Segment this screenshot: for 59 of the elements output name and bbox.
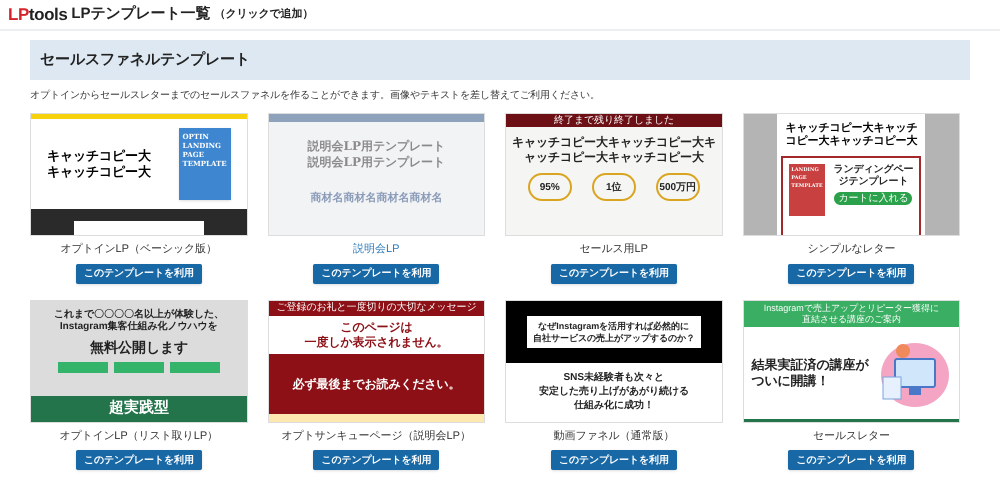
preview-product-name: 商材名商材名商材名商材名: [310, 190, 442, 206]
section-header: セールスファネルテンプレート: [30, 40, 970, 80]
template-preview[interactable]: ご登録のお礼と一度切りの大切なメッセージ このページは 一度しか表示されません。 必ず最後までお読みください。: [268, 300, 485, 422]
use-template-button[interactable]: このテンプレートを利用: [313, 264, 440, 284]
preview-headline: 結果実証済の講座が: [752, 356, 868, 372]
feature-pill: [58, 362, 108, 372]
preview-banner-text: 終了まで残り終了しました: [554, 116, 674, 126]
logo: LPtools: [8, 6, 68, 23]
template-preview[interactable]: これまで〇〇〇〇名以上が体験した、 Instagram集客仕組み化ノウハウを 無料公開します 超実践型: [30, 300, 248, 422]
preview-headline: 説明会LP用テンプレート: [308, 154, 445, 170]
preview-banner-text: 超実践型: [108, 398, 169, 418]
laurel-badge: 95%: [528, 173, 572, 201]
preview-headline: SNS未経験者も次々と: [563, 371, 664, 385]
template-name[interactable]: オプトインLP（リスト取りLP）: [59, 428, 218, 444]
feature-pill: [114, 362, 164, 372]
preview-headline: これまで〇〇〇〇名以上が体験した、: [54, 308, 224, 320]
section-description: オプトインからセールスレターまでのセールスファネルを作ることができます。画像やテキストを差し替えてご利用ください。: [30, 88, 601, 103]
use-template-button[interactable]: このテンプレートを利用: [788, 450, 914, 470]
preview-banner-text: Instagramで売上アップとリピーター獲得に: [764, 302, 939, 314]
use-template-button[interactable]: このテンプレートを利用: [788, 264, 914, 284]
template-name[interactable]: オプトインLP（ベーシック版）: [60, 241, 217, 258]
template-name[interactable]: 動画ファネル（通常版）: [553, 428, 674, 444]
feature-pill: [170, 362, 220, 372]
use-template-button[interactable]: このテンプレートを利用: [313, 450, 440, 470]
cart-button: カートに入れる: [834, 192, 912, 205]
preview-headline: 一度しか表示されません。: [304, 334, 448, 350]
template-name[interactable]: 説明会LP: [353, 241, 400, 258]
preview-headline: 安定した売り上げがあがり続ける: [538, 385, 689, 399]
preview-headline: Instagram集客仕組み化ノウハウを: [60, 320, 218, 332]
preview-headline: キャッチコピー大キャッチコピー大キャッチコピー大: [784, 122, 918, 148]
laurel-badge: 1位: [592, 173, 636, 201]
template-preview[interactable]: Instagramで売上アップとリピーター獲得に 直結させる講座のご案内 結果実証済の講座が ついに開講！: [742, 300, 960, 422]
preview-question: 自社サービスの売上がアップするのか？: [532, 332, 695, 344]
preview-message: 必ず最後までお読みください。: [292, 376, 460, 392]
preview-headline: キャッチコピー大: [47, 148, 151, 164]
preview-headline: 説明会LP用テンプレート: [308, 138, 445, 154]
use-template-button[interactable]: このテンプレートを利用: [76, 450, 202, 470]
use-template-button[interactable]: このテンプレートを利用: [550, 264, 677, 284]
page-title-note: （クリックで追加）: [214, 6, 314, 22]
template-name[interactable]: オプトサンキューページ（説明会LP）: [282, 428, 471, 444]
preview-headline: ついに開講！: [752, 372, 830, 388]
preview-headline: このページは: [340, 320, 412, 334]
page-title: LPテンプレート一覧: [71, 4, 211, 24]
template-name[interactable]: シンプルなレター: [807, 241, 896, 258]
preview-headline: 仕組み化に成功！: [574, 399, 654, 413]
preview-headline: キャッチコピー大: [47, 164, 151, 180]
template-name[interactable]: セールスレター: [812, 428, 890, 444]
template-name[interactable]: セールス用LP: [580, 241, 648, 258]
preview-headline: キャッチコピー大キャッチコピー大キャッチコピー大キャッチコピー大: [511, 135, 716, 165]
use-template-button[interactable]: このテンプレートを利用: [76, 264, 202, 284]
preview-banner-text: ご登録のお礼と一度切りの大切なメッセージ: [276, 303, 476, 313]
laurel-badge: 500万円: [656, 173, 700, 201]
preview-headline: 無料公開します: [90, 338, 188, 357]
use-template-button[interactable]: このテンプレートを利用: [550, 450, 677, 470]
template-preview[interactable]: 終了まで残り終了しました キャッチコピー大キャッチコピー大キャッチコピー大キャッチコピー大 95% 1位 500万円: [505, 113, 722, 236]
preview-question: なぜInstagramを活用すれば必然的に: [538, 320, 690, 332]
template-preview[interactable]: なぜInstagramを活用すれば必然的に 自社サービスの売上がアップするのか？ SNS未経験者も次々と 安定した売り上げがあがり続ける 仕組み化に成功！: [505, 300, 722, 422]
preview-product-title: ランディングページテンプレート: [833, 164, 914, 188]
preview-banner-text: 直結させる講座のご案内: [802, 314, 901, 324]
